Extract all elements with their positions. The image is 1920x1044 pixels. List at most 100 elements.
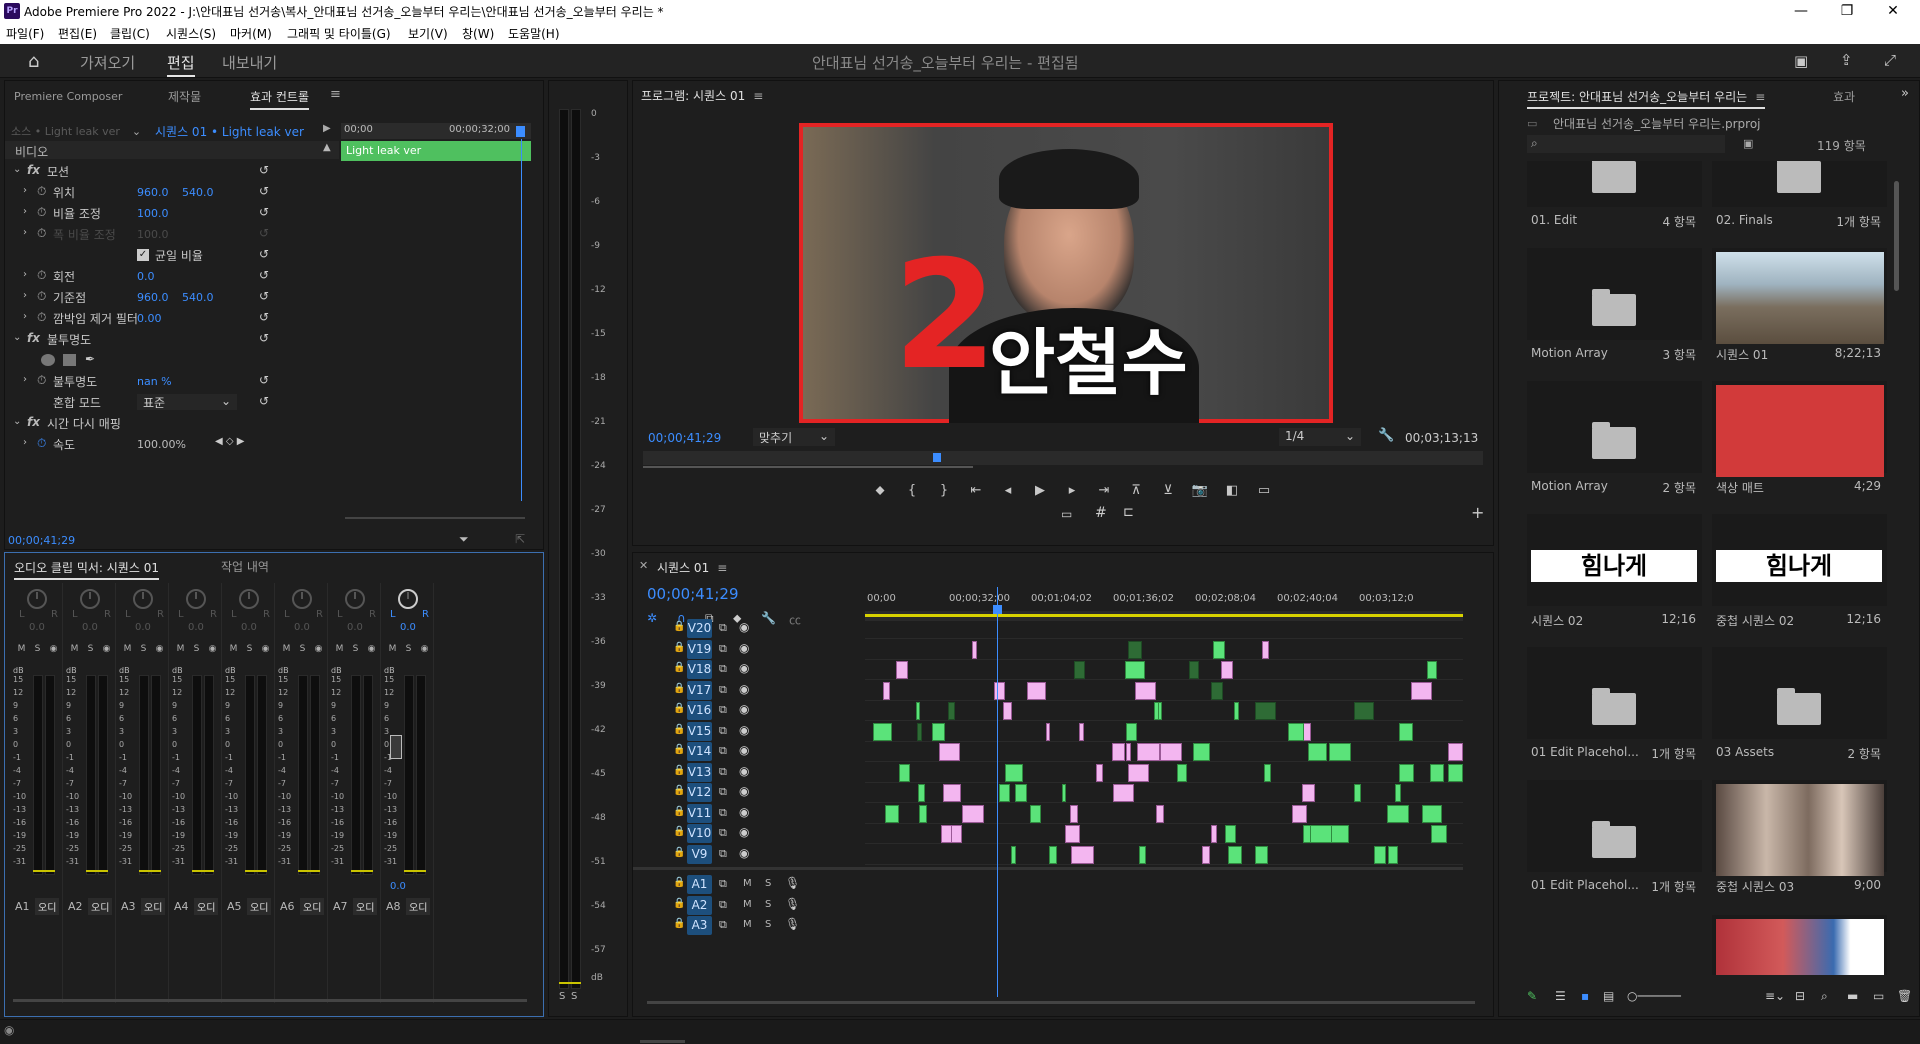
- uniform-scale-checkbox[interactable]: ✓: [137, 249, 149, 261]
- stopwatch-icon[interactable]: ⏱: [37, 205, 46, 220]
- lock-icon[interactable]: 🔒: [673, 918, 685, 929]
- expand-icon[interactable]: ›: [23, 437, 27, 448]
- item-name[interactable]: 시퀀스 02: [1531, 612, 1583, 629]
- export-icon[interactable]: ⇱: [515, 532, 525, 546]
- timeline-clip[interactable]: [1139, 845, 1146, 864]
- pan-value[interactable]: 0.0: [400, 622, 416, 633]
- timeline-clip[interactable]: [1005, 763, 1023, 782]
- pan-value[interactable]: 0.0: [188, 622, 204, 633]
- effect-row[interactable]: ⌄ fx 시간 다시 매핑: [5, 413, 339, 434]
- timeline-timecode[interactable]: 00;00;41;29: [647, 585, 739, 603]
- expand-icon[interactable]: ›: [23, 290, 27, 301]
- voiceover-record-icon[interactable]: ◉: [153, 643, 166, 656]
- timeline-clip[interactable]: [999, 784, 1010, 802]
- timeline-clip[interactable]: [1288, 722, 1304, 741]
- tab-export[interactable]: 내보내기: [222, 52, 277, 73]
- timeline-clip[interactable]: [1189, 661, 1199, 679]
- tab-project[interactable]: 프로젝트: 안대표님 선거송_오늘부터 우리는 ≡: [1527, 88, 1766, 109]
- timeline-clip[interactable]: [1387, 804, 1409, 823]
- eye-icon[interactable]: ◉: [739, 682, 749, 696]
- sync-lock-icon[interactable]: ⧉: [719, 898, 727, 912]
- pan-knob[interactable]: [345, 589, 365, 609]
- expand-icon[interactable]: ›: [23, 206, 27, 217]
- lock-icon[interactable]: 🔒: [673, 785, 685, 796]
- project-item[interactable]: 힘나게 중첩 시퀀스 02 12;16: [1712, 514, 1887, 642]
- fx-icon[interactable]: fx: [27, 415, 40, 429]
- effect-row[interactable]: 혼합 모드 표준 ⌄ ↺: [5, 392, 339, 413]
- play-only-icon[interactable]: ▶: [323, 123, 331, 134]
- tab-production[interactable]: 제작물: [168, 88, 201, 105]
- item-name[interactable]: 시퀀스 01: [1716, 346, 1768, 363]
- track-target[interactable]: V18: [687, 660, 712, 679]
- microphone-icon[interactable]: 🎙: [785, 917, 800, 931]
- guides-icon[interactable]: ⊏: [1123, 505, 1134, 520]
- effect-row[interactable]: › ⏱ 회전 0.0 ↺: [5, 266, 339, 287]
- timeline-playhead[interactable]: [997, 587, 998, 997]
- pan-value[interactable]: 0.0: [82, 622, 98, 633]
- property-value[interactable]: nan %: [137, 375, 172, 388]
- voiceover-record-icon[interactable]: ◉: [206, 643, 219, 656]
- track-target[interactable]: V19: [687, 639, 712, 659]
- effect-row[interactable]: › ⏱ 속도 100.00% ◀ ◇ ▶: [5, 434, 339, 455]
- mute-button[interactable]: M: [743, 919, 752, 930]
- timeline-clip[interactable]: [1096, 763, 1103, 782]
- timeline-clip[interactable]: [1193, 743, 1210, 761]
- program-frame[interactable]: 2 안철수: [799, 123, 1333, 423]
- timeline-playhead-head[interactable]: [993, 605, 1002, 614]
- timeline-clip[interactable]: [916, 702, 920, 720]
- timeline-ruler[interactable]: 00;00 00;00;32;00 00;01;04;02 00;01;36;02 00…: [865, 587, 1475, 611]
- pan-knob[interactable]: [80, 589, 100, 609]
- lock-icon[interactable]: 🔒: [673, 765, 685, 776]
- microphone-icon[interactable]: 🎙: [785, 876, 800, 890]
- timeline-clip[interactable]: [1329, 743, 1351, 761]
- timeline-clip[interactable]: [1003, 702, 1012, 720]
- solo-button[interactable]: S: [765, 899, 771, 910]
- timeline-clip[interactable]: [1071, 845, 1094, 864]
- timeline-clip[interactable]: [1308, 743, 1327, 761]
- timeline-clip[interactable]: [1399, 722, 1413, 741]
- timeline-clip[interactable]: [1354, 784, 1361, 802]
- menu-edit[interactable]: 편집(E): [58, 25, 97, 42]
- solo-button[interactable]: S: [243, 643, 256, 656]
- timeline-clip[interactable]: [1125, 661, 1145, 679]
- solo-button[interactable]: S: [190, 643, 203, 656]
- export-frame-icon[interactable]: 📷: [1189, 483, 1211, 498]
- sync-lock-icon[interactable]: ⧉: [719, 683, 727, 697]
- timeline-clip[interactable]: [1046, 722, 1050, 741]
- timeline-clip[interactable]: [1431, 825, 1447, 843]
- sort-icon[interactable]: ≡⌄: [1765, 989, 1785, 1003]
- timeline-clip[interactable]: [1430, 763, 1444, 782]
- fit-select[interactable]: 맞추기 ⌄: [753, 428, 835, 446]
- timeline-clip[interactable]: [899, 763, 910, 782]
- mute-button[interactable]: M: [743, 899, 752, 910]
- expand-icon[interactable]: ›: [23, 311, 27, 322]
- item-name[interactable]: 01. Edit: [1531, 213, 1577, 227]
- timeline-clip[interactable]: [1135, 681, 1156, 700]
- project-item[interactable]: 02. Finals 1개 항목: [1712, 161, 1887, 243]
- reset-icon[interactable]: ↺: [259, 247, 269, 261]
- timeline-clip[interactable]: [1422, 804, 1442, 823]
- effect-row[interactable]: ⌄ fx 모션 ↺: [5, 161, 339, 182]
- property-value[interactable]: 100.0: [137, 228, 169, 241]
- program-timecode[interactable]: 00;00;41;29: [648, 431, 721, 445]
- menu-file[interactable]: 파일(F): [6, 25, 44, 42]
- effect-row[interactable]: ⌄ fx 불투명도 ↺: [5, 329, 339, 350]
- reset-icon[interactable]: ↺: [259, 268, 269, 282]
- timeline-clip[interactable]: [1113, 784, 1134, 802]
- sync-lock-icon[interactable]: ⧉: [719, 724, 727, 738]
- stopwatch-icon[interactable]: ⏱: [37, 436, 46, 451]
- timeline-clip[interactable]: [962, 804, 984, 823]
- timeline-scrollbar[interactable]: [647, 1001, 1475, 1004]
- menu-sequence[interactable]: 시퀀스(S): [166, 25, 216, 42]
- stopwatch-icon[interactable]: ⏱: [37, 268, 46, 283]
- stopwatch-icon[interactable]: ⏱: [37, 184, 46, 199]
- automate-icon[interactable]: ⊟: [1795, 989, 1805, 1003]
- mixer-scrollbar[interactable]: [13, 999, 527, 1002]
- track-target[interactable]: V17: [687, 680, 712, 700]
- item-thumbnail[interactable]: [1527, 780, 1702, 872]
- menu-clip[interactable]: 클립(C): [110, 25, 150, 42]
- timeline-clip[interactable]: [1202, 845, 1210, 864]
- solo-button[interactable]: S: [765, 878, 771, 889]
- workspace-icon[interactable]: ▣: [1794, 52, 1808, 70]
- timeline-clip[interactable]: [1255, 702, 1276, 720]
